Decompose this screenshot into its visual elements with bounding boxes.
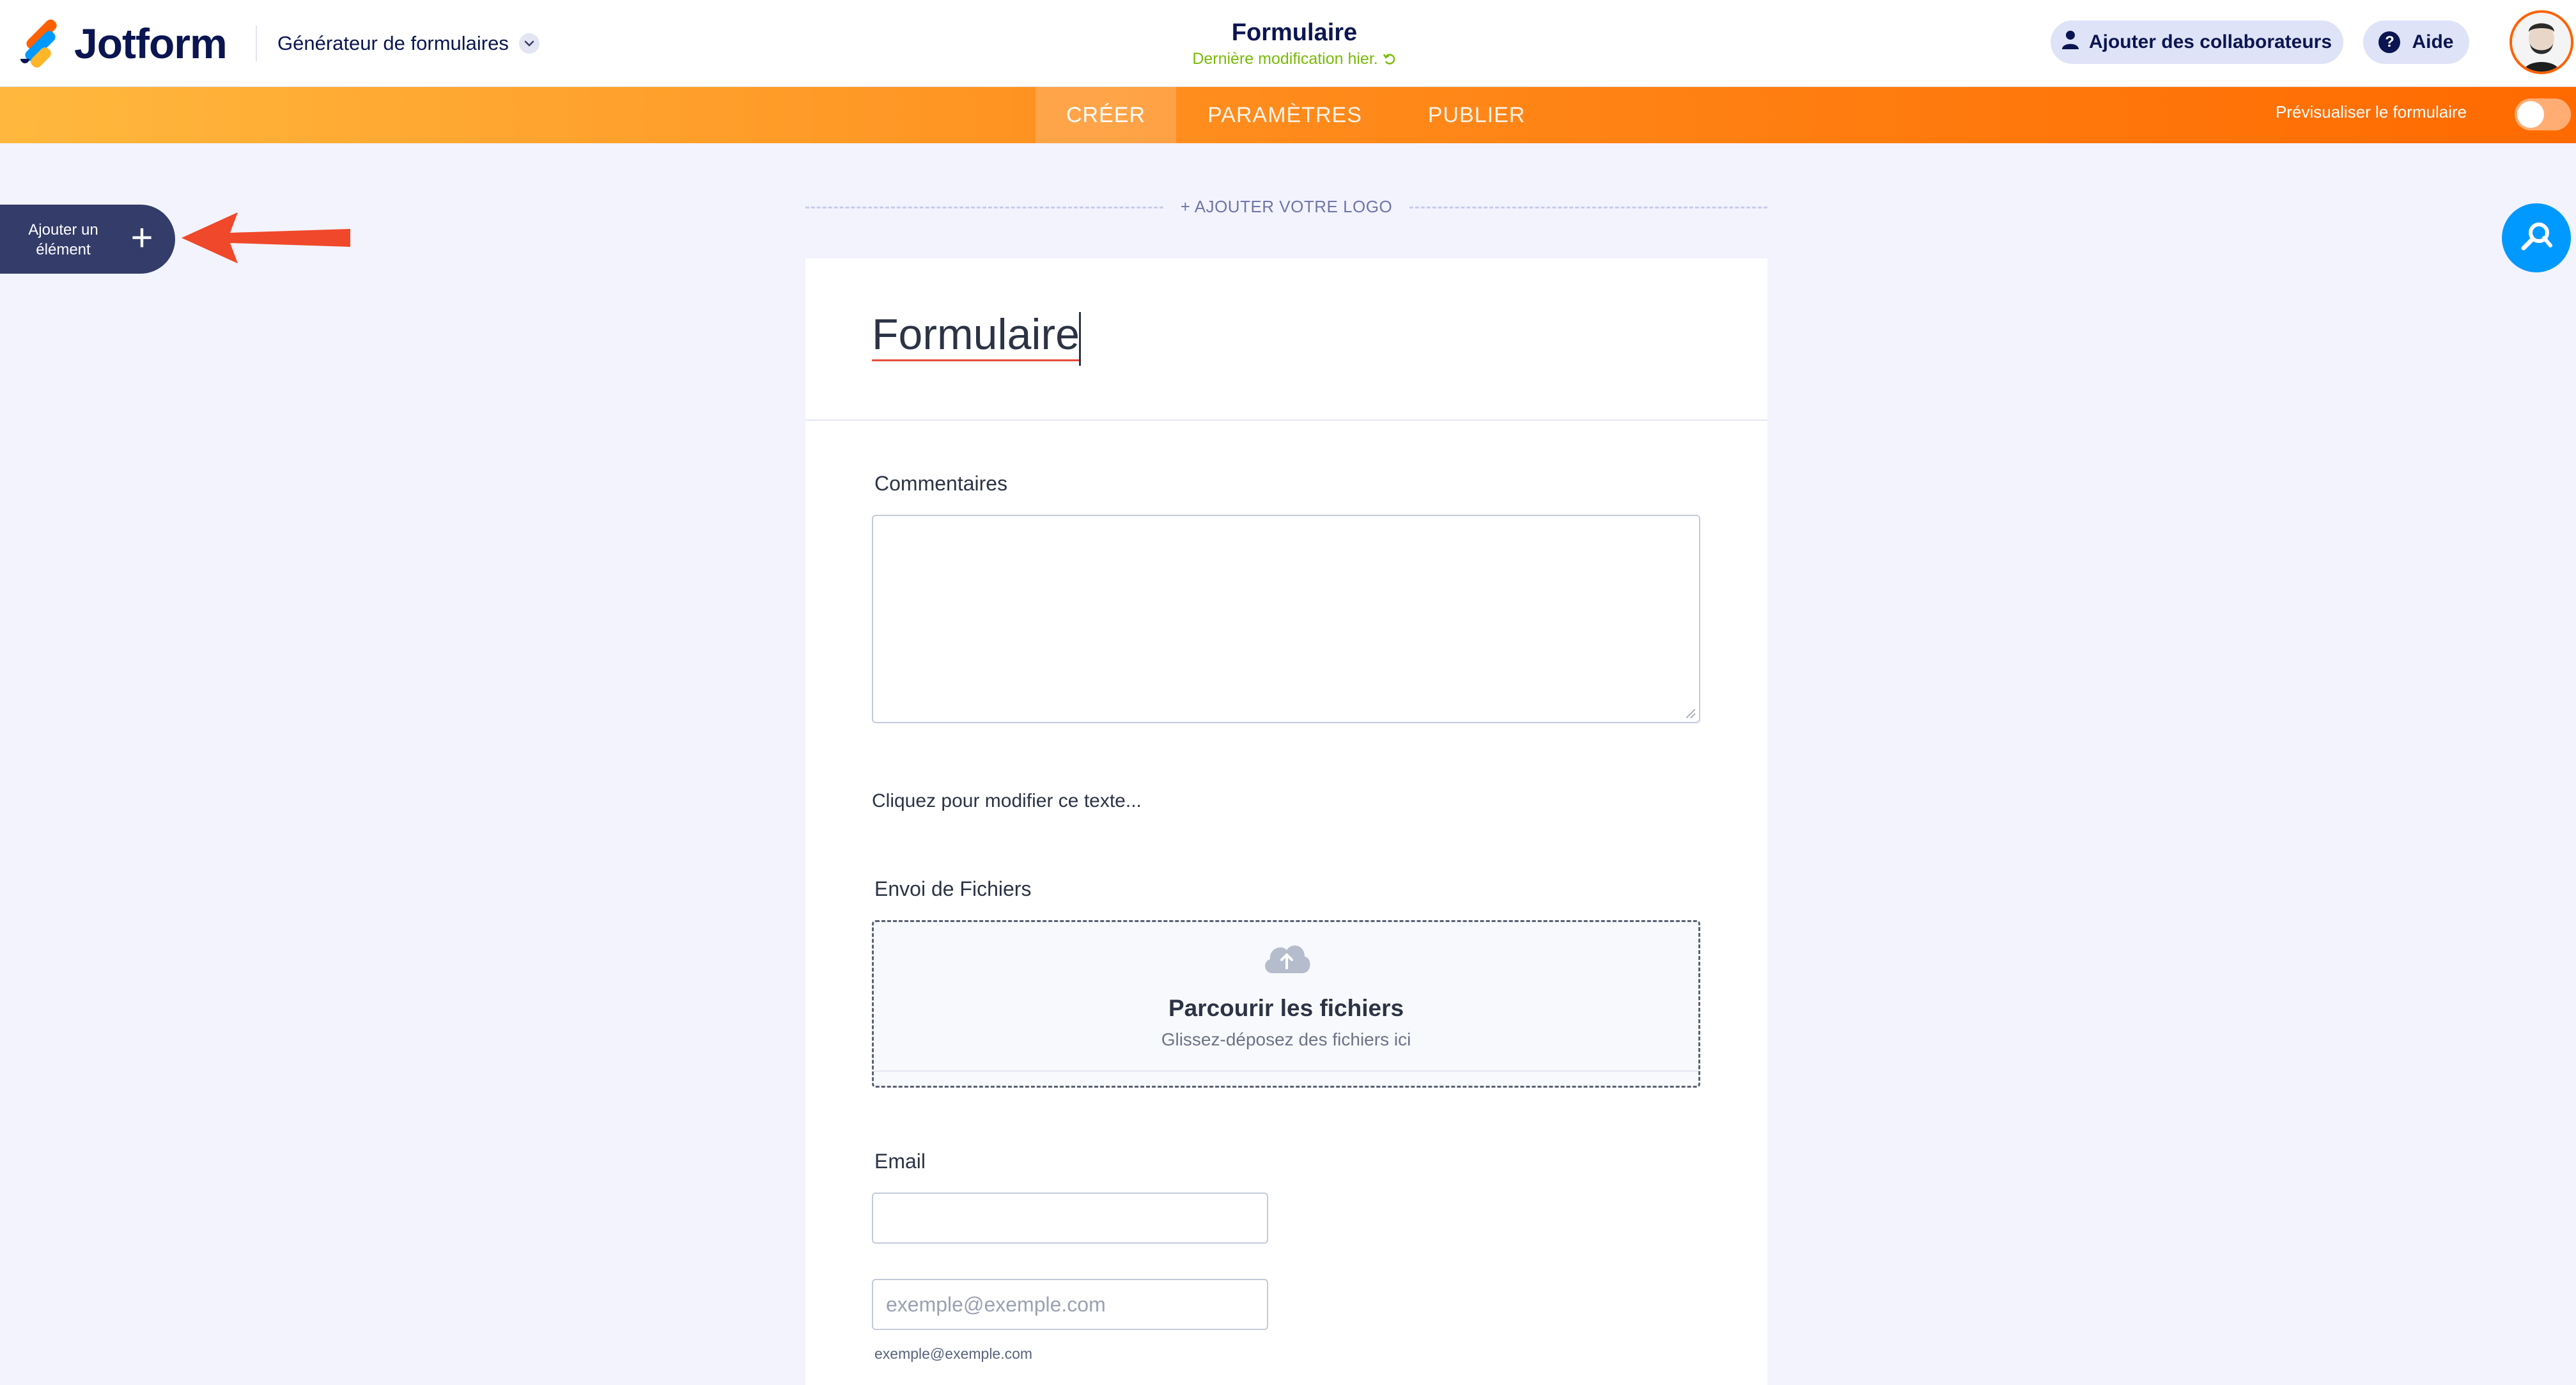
magic-wand-icon xyxy=(2518,219,2554,258)
resize-handle-icon[interactable] xyxy=(1686,709,1695,718)
comments-textarea[interactable] xyxy=(872,515,1700,723)
paragraph-text[interactable]: Cliquez pour modifier ce texte... xyxy=(872,790,1142,812)
email-field[interactable] xyxy=(872,1193,1268,1244)
help-label: Aide xyxy=(2412,31,2454,52)
divider xyxy=(874,1070,1698,1072)
help-button[interactable]: ? Aide xyxy=(2363,20,2469,64)
add-element-button[interactable]: Ajouter un élément + xyxy=(0,205,175,274)
browse-files-text: Parcourir les fichiers xyxy=(1168,995,1404,1021)
builder-menu-label: Générateur de formulaires xyxy=(277,32,509,54)
email-label[interactable]: Email xyxy=(874,1150,926,1173)
preview-form-label: Prévisualiser le formulaire xyxy=(2276,102,2467,121)
email-sublabel: exemple@exemple.com xyxy=(874,1345,1033,1362)
help-icon: ? xyxy=(2378,31,2401,53)
cloud-upload-icon xyxy=(1265,945,1310,973)
chevron-down-icon xyxy=(518,33,539,54)
tab-settings[interactable]: PARAMÈTRES xyxy=(1189,87,1381,143)
user-icon xyxy=(2061,30,2079,54)
file-upload-dropzone[interactable]: Parcourir les fichiers Glissez-déposez d… xyxy=(872,920,1700,1088)
add-element-label: Ajouter un élément xyxy=(28,221,98,258)
file-upload-label[interactable]: Envoi de Fichiers xyxy=(874,877,1031,901)
form-title-header[interactable]: Formulaire xyxy=(1064,19,1525,47)
preview-form-toggle[interactable] xyxy=(2515,98,2571,130)
logo-dashed-line-left xyxy=(805,207,1163,208)
drag-drop-text: Glissez-déposez des fichiers ici xyxy=(1161,1029,1411,1049)
brand-name: Jotform xyxy=(74,20,228,67)
add-collaborators-label: Ajouter des collaborateurs xyxy=(2088,31,2332,52)
comments-label[interactable]: Commentaires xyxy=(874,472,1007,496)
form-designer-button[interactable] xyxy=(2502,203,2571,272)
tab-create[interactable]: CRÉER xyxy=(1036,87,1176,143)
avatar[interactable] xyxy=(2510,10,2573,74)
builder-menu-dropdown[interactable]: Générateur de formulaires xyxy=(277,28,539,59)
email-confirm-field[interactable] xyxy=(872,1279,1268,1330)
add-logo-button[interactable]: + AJOUTER VOTRE LOGO xyxy=(1170,197,1403,217)
form-title[interactable]: Formulaire xyxy=(872,309,1081,361)
add-collaborators-button[interactable]: Ajouter des collaborateurs xyxy=(2051,20,2343,64)
last-modified-status: Dernière modification hier. xyxy=(1064,50,1525,68)
toggle-knob xyxy=(2517,101,2544,128)
jotform-logo-icon xyxy=(20,17,60,70)
text-cursor xyxy=(1079,312,1081,366)
logo-dashed-line-right xyxy=(1409,207,1767,208)
plus-icon: + xyxy=(130,216,153,259)
last-modified-text: Dernière modification hier. xyxy=(1192,50,1378,68)
jotform-logo[interactable]: Jotform xyxy=(20,17,228,70)
form-header: Formulaire xyxy=(805,258,1767,421)
refresh-icon[interactable] xyxy=(1383,50,1397,68)
divider xyxy=(256,26,257,61)
top-bar: Jotform Générateur de formulaires Formul… xyxy=(0,0,2576,87)
tab-publish[interactable]: PUBLIER xyxy=(1400,87,1553,143)
arrow-icon xyxy=(182,212,350,263)
